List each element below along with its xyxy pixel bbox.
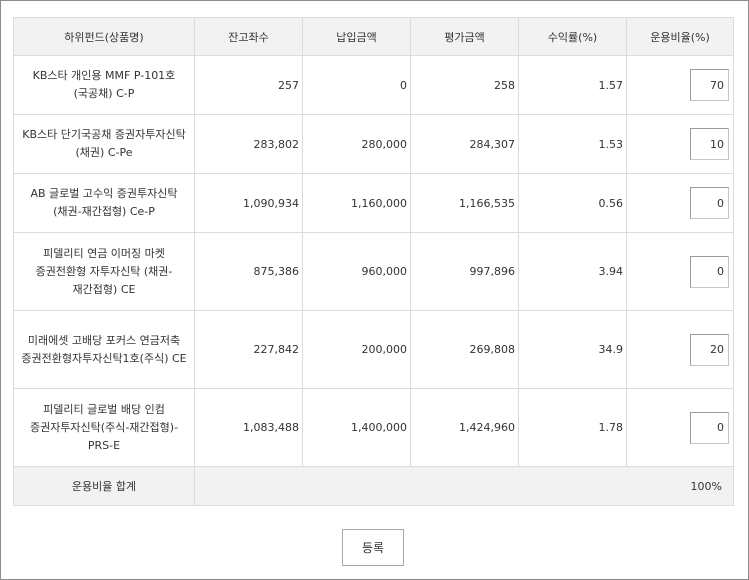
allocation-ratio-input[interactable] — [690, 187, 729, 219]
fund-allocation-table: 하위펀드(상품명) 잔고좌수 납입금액 평가금액 수익률(%) 운용비율(%) … — [13, 17, 734, 506]
header-valuation: 평가금액 — [410, 17, 519, 56]
header-units: 잔고좌수 — [194, 17, 303, 56]
units: 1,090,934 — [194, 173, 303, 233]
allocation-ratio-input[interactable] — [690, 255, 729, 288]
fund-allocation-panel: 하위펀드(상품명) 잔고좌수 납입금액 평가금액 수익률(%) 운용비율(%) … — [0, 0, 749, 580]
return-rate: 0.56 — [518, 173, 627, 233]
header-paid-amount: 납입금액 — [302, 17, 411, 56]
allocation-ratio-input[interactable] — [690, 128, 729, 160]
total-row: 운용비율 합계 100% — [13, 466, 734, 506]
table-row: AB 글로벌 고수익 증권투자신탁(채권-재간접형) Ce-P 1,090,93… — [13, 173, 734, 233]
ratio-cell — [626, 173, 734, 233]
allocation-ratio-input[interactable] — [690, 333, 729, 366]
allocation-ratio-input[interactable] — [690, 411, 729, 444]
ratio-cell — [626, 388, 734, 467]
return-rate: 34.9 — [518, 310, 627, 389]
paid-amount: 200,000 — [302, 310, 411, 389]
valuation: 1,166,535 — [410, 173, 519, 233]
fund-name: 미래에셋 고배당 포커스 연금저축 증권전환형자투자신탁1호(주식) CE — [13, 310, 195, 389]
paid-amount: 280,000 — [302, 114, 411, 174]
fund-name: 피델리티 연금 이머징 마켓 증권전환형 자투자신탁 (채권-재간접형) CE — [13, 232, 195, 311]
table-row: 미래에셋 고배당 포커스 연금저축 증권전환형자투자신탁1호(주식) CE 22… — [13, 310, 734, 389]
total-ratio-value: 100% — [194, 466, 734, 506]
valuation: 1,424,960 — [410, 388, 519, 467]
ratio-cell — [626, 232, 734, 311]
units: 1,083,488 — [194, 388, 303, 467]
table-row: KB스타 단기국공채 증권자투자신탁(채권) C-Pe 283,802 280,… — [13, 114, 734, 174]
valuation: 269,808 — [410, 310, 519, 389]
header-allocation-ratio: 운용비율(%) — [626, 17, 734, 56]
paid-amount: 0 — [302, 55, 411, 115]
units: 875,386 — [194, 232, 303, 311]
ratio-cell — [626, 310, 734, 389]
total-label: 운용비율 합계 — [13, 466, 195, 506]
fund-name: KB스타 단기국공채 증권자투자신탁(채권) C-Pe — [13, 114, 195, 174]
valuation: 284,307 — [410, 114, 519, 174]
allocation-ratio-input[interactable] — [690, 69, 729, 101]
table-row: KB스타 개인용 MMF P-101호(국공채) C-P 257 0 258 1… — [13, 55, 734, 115]
table-row: 피델리티 글로벌 배당 인컴 증권자투자신탁(주식-재간접형)-PRS-E 1,… — [13, 388, 734, 467]
units: 283,802 — [194, 114, 303, 174]
paid-amount: 1,400,000 — [302, 388, 411, 467]
paid-amount: 1,160,000 — [302, 173, 411, 233]
fund-name: AB 글로벌 고수익 증권투자신탁(채권-재간접형) Ce-P — [13, 173, 195, 233]
header-return-rate: 수익률(%) — [518, 17, 627, 56]
table-row: 피델리티 연금 이머징 마켓 증권전환형 자투자신탁 (채권-재간접형) CE … — [13, 232, 734, 311]
units: 257 — [194, 55, 303, 115]
return-rate: 1.78 — [518, 388, 627, 467]
valuation: 258 — [410, 55, 519, 115]
ratio-cell — [626, 55, 734, 115]
valuation: 997,896 — [410, 232, 519, 311]
units: 227,842 — [194, 310, 303, 389]
table-header-row: 하위펀드(상품명) 잔고좌수 납입금액 평가금액 수익률(%) 운용비율(%) — [13, 17, 734, 56]
ratio-cell — [626, 114, 734, 174]
paid-amount: 960,000 — [302, 232, 411, 311]
register-button[interactable]: 등록 — [342, 529, 404, 566]
return-rate: 1.57 — [518, 55, 627, 115]
fund-name: 피델리티 글로벌 배당 인컴 증권자투자신탁(주식-재간접형)-PRS-E — [13, 388, 195, 467]
return-rate: 1.53 — [518, 114, 627, 174]
fund-name: KB스타 개인용 MMF P-101호(국공채) C-P — [13, 55, 195, 115]
header-fund-name: 하위펀드(상품명) — [13, 17, 195, 56]
return-rate: 3.94 — [518, 232, 627, 311]
